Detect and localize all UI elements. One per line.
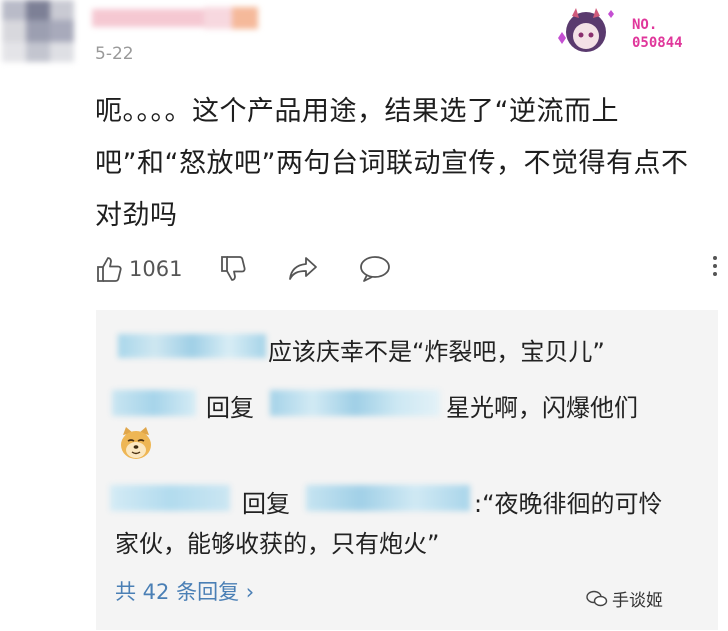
- badge-label: NO.: [632, 17, 658, 33]
- badge-number: 050844: [632, 35, 683, 51]
- comment-bubble-icon[interactable]: [359, 255, 391, 283]
- username-blurred[interactable]: [92, 5, 262, 31]
- reply-word: 回复: [206, 394, 254, 422]
- reply-username-blurred[interactable]: [110, 485, 230, 511]
- reply-target-blurred[interactable]: [306, 485, 470, 511]
- reply-text: 星光啊，闪爆他们: [446, 394, 638, 422]
- reply-text-continued: 家伙，能够收获的，只有炮火”: [115, 530, 440, 558]
- reply-text: 应该庆幸不是“炸裂吧，宝贝儿”: [268, 338, 605, 366]
- more-vertical-icon[interactable]: [713, 256, 717, 280]
- reply-username-blurred[interactable]: [118, 334, 266, 358]
- like-count: 1061: [129, 257, 183, 281]
- view-all-replies-link[interactable]: 共 42 条回复 ›: [115, 576, 254, 606]
- reply-section: 应该庆幸不是“炸裂吧，宝贝儿” 回复 星光啊，闪爆他们 回复 :“夜晚徘徊的可怜…: [96, 310, 718, 630]
- reply-target-blurred[interactable]: [270, 390, 440, 416]
- avatar[interactable]: [2, 0, 74, 62]
- comment-text: 呃。。。。这个产品用途，结果选了“逆流而上吧”和“怒放吧”两句台词联动宣传，不觉…: [95, 96, 689, 231]
- wechat-icon: [586, 590, 608, 607]
- thumbs-down-icon[interactable]: [219, 254, 249, 284]
- doge-emoji-icon: [121, 427, 151, 459]
- watermark: 手谈姬: [612, 591, 663, 611]
- share-icon[interactable]: [287, 255, 319, 283]
- reply-username-blurred[interactable]: [112, 390, 196, 416]
- comment-date: 5-22: [95, 44, 134, 64]
- thumbs-up-icon[interactable]: [95, 254, 125, 284]
- user-badge-number: NO. 050844: [632, 16, 683, 52]
- reply-word: 回复: [242, 490, 290, 518]
- reply-text: :“夜晚徘徊的可怜: [474, 490, 663, 518]
- comment-actions: 1061: [93, 252, 723, 288]
